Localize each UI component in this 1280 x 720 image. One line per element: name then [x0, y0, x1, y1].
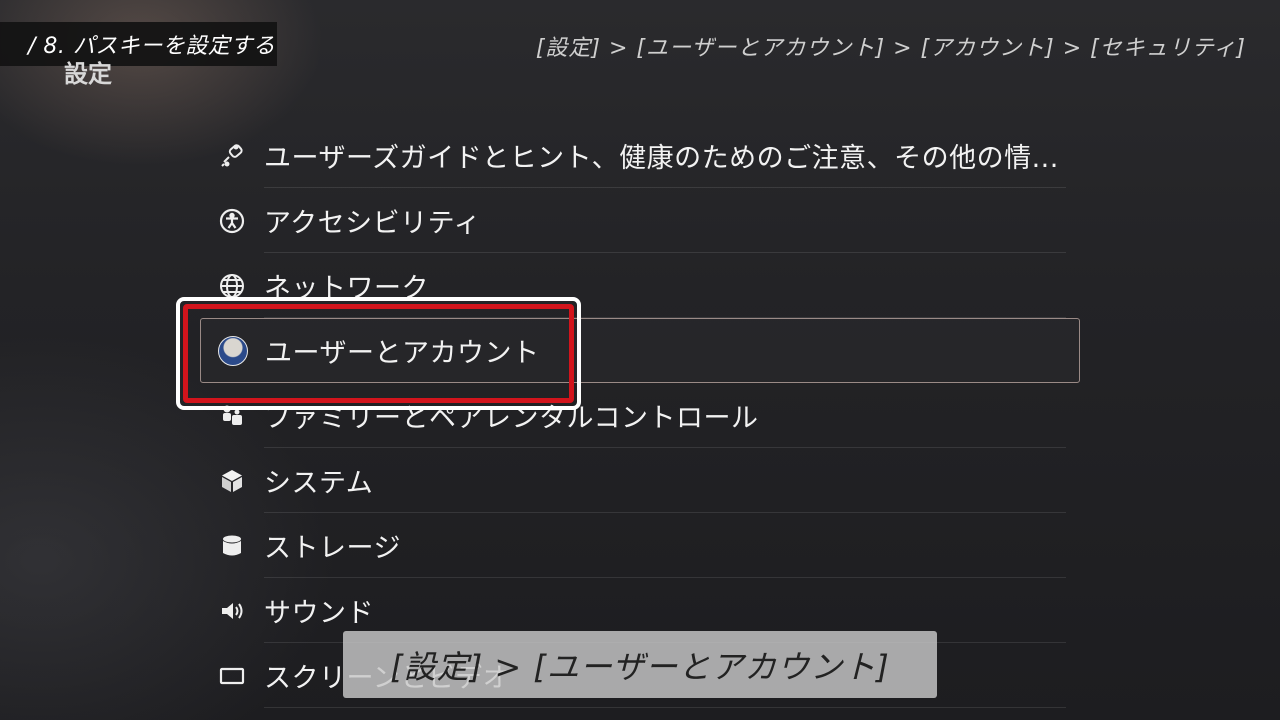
caption: [設定] > [ユーザーとアカウント] [343, 631, 937, 698]
globe-icon [200, 272, 264, 300]
screen-icon [200, 662, 264, 690]
controller-tips-icon [200, 142, 264, 170]
menu-item-user-guide[interactable]: ユーザーズガイドとヒント、健康のためのご注意、その他の情... [200, 123, 1080, 188]
menu-item-accessibility[interactable]: アクセシビリティ [200, 188, 1080, 253]
speaker-icon [200, 597, 264, 625]
menu-item-label: ストレージ [264, 533, 401, 564]
menu-item-label: システム [264, 468, 374, 499]
menu-item-system[interactable]: システム [200, 448, 1080, 513]
highlight-box [176, 297, 581, 410]
menu-item-label: ユーザーズガイドとヒント、健康のためのご注意、その他の情... [264, 143, 1059, 174]
menu-item-storage[interactable]: ストレージ [200, 513, 1080, 578]
accessibility-icon [200, 207, 264, 235]
cube-icon [200, 467, 264, 495]
page-title: 設定 [64, 60, 112, 88]
storage-icon [200, 532, 264, 560]
highlight-box-inner [183, 304, 574, 403]
breadcrumb: [設定] > [ユーザーとアカウント] > [アカウント] > [セキュリティ] [535, 36, 1246, 61]
menu-item-label: アクセシビリティ [264, 208, 482, 239]
settings-menu: ユーザーズガイドとヒント、健康のためのご注意、その他の情... アクセシビリティ… [200, 123, 1080, 708]
menu-item-label: サウンド [264, 598, 374, 629]
step-label: / 8. パスキーを設定する [0, 22, 277, 66]
